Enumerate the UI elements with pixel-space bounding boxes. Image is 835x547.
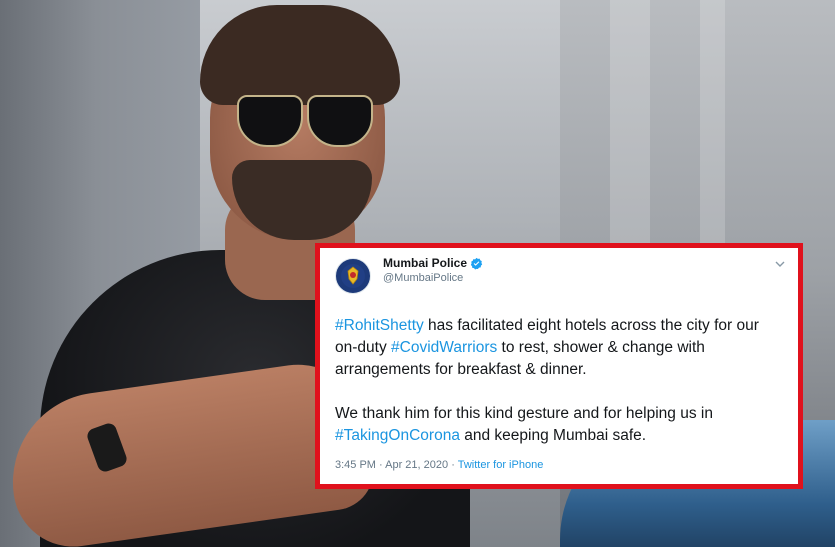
tweet-author[interactable]: Mumbai Police @MumbaiPolice (383, 256, 483, 286)
tweet-highlight-frame: Mumbai Police @MumbaiPolice #RohitShetty… (315, 243, 803, 489)
tweet-card[interactable]: Mumbai Police @MumbaiPolice #RohitShetty… (320, 248, 798, 484)
hashtag-link[interactable]: #RohitShetty (335, 317, 424, 334)
tweet-source-link[interactable]: Twitter for iPhone (458, 459, 544, 471)
tweet-metadata: 3:45 PM · Apr 21, 2020 · Twitter for iPh… (335, 459, 784, 471)
tweet-text-segment: We thank him for this kind gesture and f… (335, 405, 713, 422)
author-handle[interactable]: @MumbaiPolice (383, 271, 483, 286)
person-hair (200, 5, 400, 105)
tweet-text-segment: and keeping Mumbai safe. (459, 427, 647, 444)
tweet-paragraph: #RohitShetty has facilitated eight hotel… (335, 315, 784, 381)
tweet-timestamp[interactable]: 3:45 PM · Apr 21, 2020 (335, 459, 448, 471)
verified-badge-icon (470, 257, 483, 270)
background-column (610, 0, 650, 260)
sunglasses-left-lens (237, 95, 303, 147)
chevron-down-icon[interactable] (774, 258, 786, 270)
background-column (700, 0, 725, 260)
hashtag-link[interactable]: #TakingOnCorona (335, 427, 460, 444)
tweet-header: Mumbai Police @MumbaiPolice (335, 256, 784, 300)
hashtag-link[interactable]: #CovidWarriors (391, 339, 497, 356)
author-display-name[interactable]: Mumbai Police (383, 256, 467, 271)
tweet-paragraph: We thank him for this kind gesture and f… (335, 403, 784, 447)
tweet-text: #RohitShetty has facilitated eight hotel… (335, 315, 784, 447)
sunglasses-right-lens (307, 95, 373, 147)
police-badge-icon[interactable] (335, 258, 371, 294)
meta-separator: · (448, 459, 458, 471)
